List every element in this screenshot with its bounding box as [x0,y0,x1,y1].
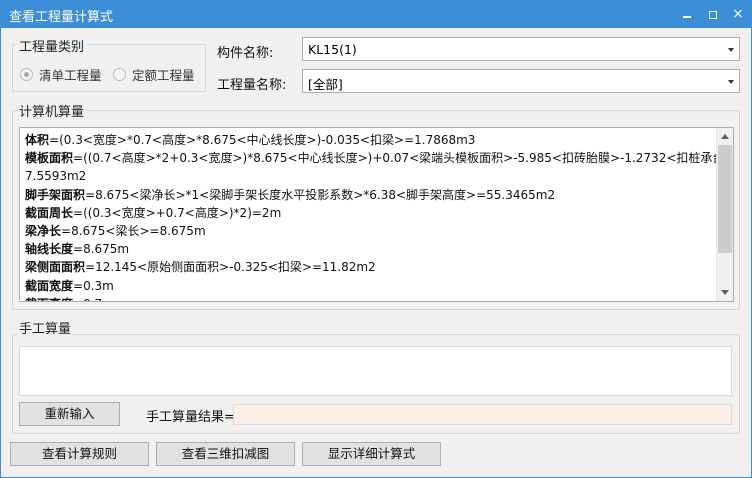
title-bar: 查看工程量计算式 × [0,0,752,28]
calc-formula-line: 脚手架面积=8.675<梁净长>*1<梁脚手架长度水平投影系数>*6.38<脚手… [25,186,715,204]
scroll-up-button[interactable] [717,128,733,145]
calc-formula-line: 轴线长度=8.675m [25,240,715,258]
calc-term: 体积 [25,133,50,147]
component-name-value: KL15(1) [308,42,357,57]
radio-quota-quantity-label: 定额工程量 [132,68,195,83]
calc-expression: =8.675m [73,242,130,257]
radio-checked-icon [20,68,33,81]
calc-term: 截面高度 [25,297,73,301]
calc-formula-line: 体积=(0.3<宽度>*0.7<高度>*8.675<中心线长度>)-0.035<… [25,131,715,149]
calc-formula-line: 模板面积=((0.7<高度>*2+0.3<宽度>)*8.675<中心线长度>)+… [25,149,733,167]
component-name-select[interactable]: KL15(1) [302,37,740,61]
calc-term: 模板面积 [25,151,74,166]
arrow-up-icon [721,134,729,139]
minimize-icon [683,15,691,18]
calc-expression: =0.7m [73,297,114,301]
calc-formula-line: 7.5593m2 [25,167,715,185]
chevron-down-icon [728,80,734,84]
radio-bill-quantity-label: 清单工程量 [39,68,102,83]
reenter-button[interactable]: 重新输入 [19,402,120,426]
minimize-button[interactable] [677,4,697,24]
calc-term: 梁净长 [25,224,62,239]
calc-term: 截面周长 [25,205,74,220]
calc-term: 脚手架面积 [25,187,86,202]
vertical-scrollbar[interactable] [716,128,733,301]
calc-expression: =0.3m [73,278,114,293]
calc-expression: =8.675<梁长>=8.675m [61,224,206,239]
window-title: 查看工程量计算式 [9,10,114,25]
manual-result-field[interactable] [233,404,732,425]
calc-expression: =((0.3<宽度>+0.7<高度>)*2)=2m [73,205,282,220]
calc-formula-line: 梁侧面面积=12.145<原始侧面面积>-0.325<扣梁>=11.82m2 [25,258,715,276]
calc-expression: =8.675<梁净长>*1<梁脚手架长度水平投影系数>*6.38<脚手架高度>=… [85,187,556,202]
close-button[interactable]: × [728,4,748,24]
close-icon: × [732,6,744,22]
calc-term: 梁侧面面积 [25,260,86,275]
calc-expression: =(0.3<宽度>*0.7<高度>*8.675<中心线长度>)-0.035<扣梁… [49,133,476,147]
view-rules-button[interactable]: 查看计算规则 [10,442,149,466]
arrow-down-icon [721,290,729,295]
scroll-down-button[interactable] [717,284,733,301]
manual-result-label: 手工算量结果= [146,410,235,425]
maximize-icon [709,10,717,19]
calc-formula-line: 梁净长=8.675<梁长>=8.675m [25,222,715,240]
calc-formula-line: 截面周长=((0.3<宽度>+0.7<高度>)*2)=2m [25,204,715,222]
component-name-label: 构件名称: [217,46,274,61]
calc-term: 轴线长度 [25,242,74,257]
computer-calc-legend: 计算机算量 [17,101,87,120]
quantity-name-value: [全部] [308,77,343,92]
show-detail-formula-button[interactable]: 显示详细计算式 [302,442,441,466]
chevron-down-icon [728,48,734,52]
calc-term: 截面宽度 [25,278,74,293]
calc-expression: =12.145<原始侧面面积>-0.325<扣梁>=11.82m2 [85,260,376,275]
calc-formula-lines: 体积=(0.3<宽度>*0.7<高度>*8.675<中心线长度>)-0.035<… [25,131,733,301]
calc-expression: 7.5593m2 [25,169,87,184]
calc-formula-textarea[interactable]: 体积=(0.3<宽度>*0.7<高度>*8.675<中心线长度>)-0.035<… [19,127,734,302]
calc-formula-line: 截面高度=0.7m [25,295,715,301]
radio-unchecked-icon [113,68,126,81]
category-legend: 工程量类别 [17,36,87,55]
radio-bill-quantity[interactable]: 清单工程量 [20,65,102,84]
manual-calc-legend: 手工算量 [17,318,74,337]
quantity-name-label: 工程量名称: [217,78,287,93]
view-3d-deduction-button[interactable]: 查看三维扣减图 [156,442,295,466]
calc-formula-line: 截面宽度=0.3m [25,277,715,295]
scroll-thumb[interactable] [718,145,732,253]
manual-calc-input[interactable] [19,346,732,396]
quantity-name-select[interactable]: [全部] [302,69,740,93]
calc-expression: =((0.7<高度>*2+0.3<宽度>)*8.675<中心线长度>)+0.07… [73,151,734,166]
maximize-button[interactable] [703,4,723,24]
radio-quota-quantity[interactable]: 定额工程量 [113,65,195,84]
